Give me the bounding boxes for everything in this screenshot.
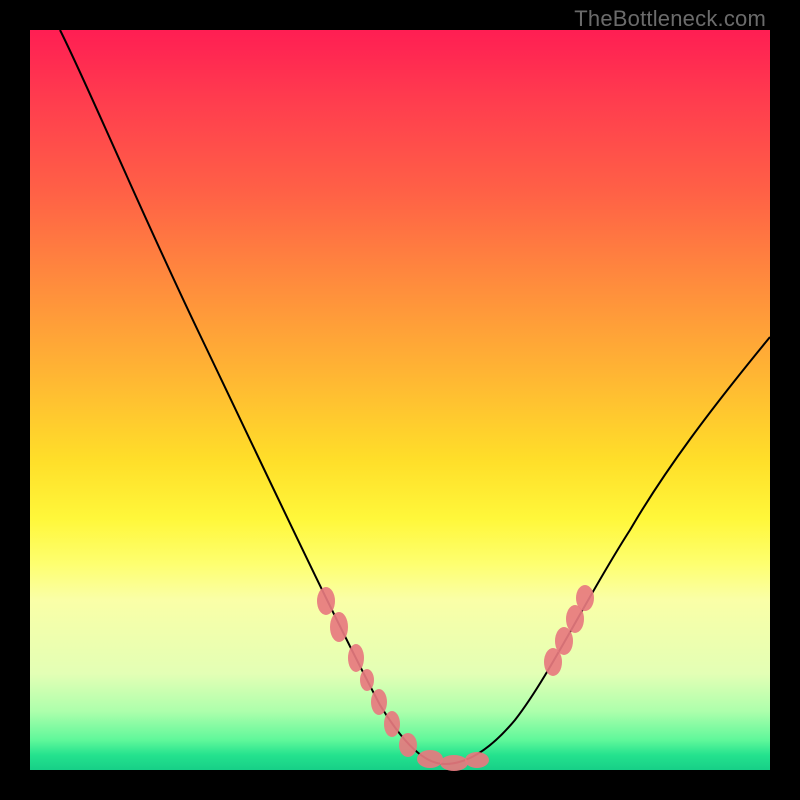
bead-marker — [465, 752, 489, 768]
curve-layer — [30, 30, 770, 770]
bead-marker — [417, 750, 443, 768]
bead-marker — [317, 587, 335, 615]
bead-marker — [348, 644, 364, 672]
bottleneck-curve — [60, 30, 770, 764]
bead-marker — [371, 689, 387, 715]
bead-marker — [330, 612, 348, 642]
bead-marker — [399, 733, 417, 757]
bead-marker — [555, 627, 573, 655]
bead-marker — [440, 755, 468, 771]
bead-markers — [317, 585, 594, 771]
bead-marker — [384, 711, 400, 737]
bead-marker — [576, 585, 594, 611]
plot-area — [30, 30, 770, 770]
watermark-text: TheBottleneck.com — [574, 6, 766, 32]
chart-frame: TheBottleneck.com — [0, 0, 800, 800]
bead-marker — [360, 669, 374, 691]
